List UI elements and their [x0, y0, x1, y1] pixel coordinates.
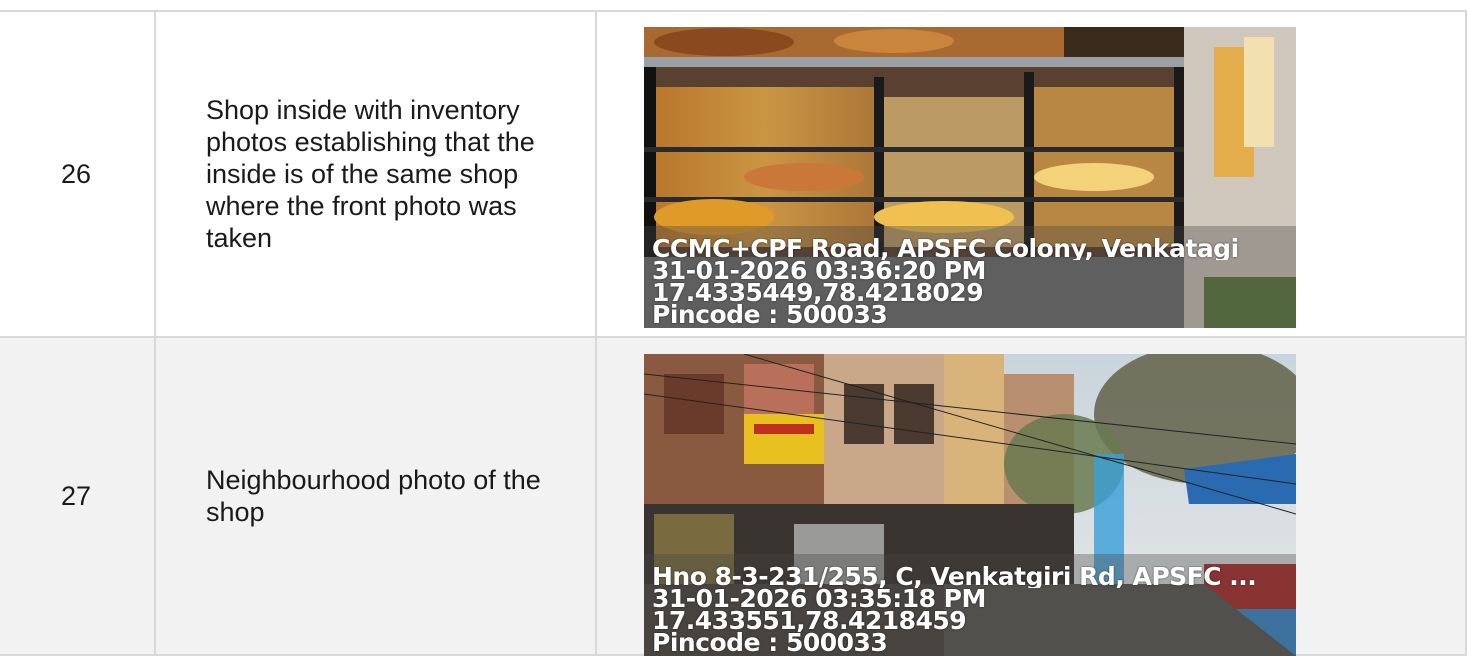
stamp-address: Hno 8-3-231/255, C, Venkatgiri Rd, APSFC…: [652, 566, 1257, 588]
stamp-pincode: Pincode : 500033: [652, 632, 888, 654]
stamp-datetime: 31-01-2026 03:35:18 PM: [652, 588, 986, 610]
row-number-cell: 27: [0, 338, 156, 656]
row-number: 27: [61, 480, 92, 511]
row-photo-cell: Hno 8-3-231/255, C, Venkatgiri Rd, APSFC…: [597, 338, 1467, 656]
stamp-pincode: Pincode : 500033: [652, 304, 888, 326]
table-row: 26 Shop inside with inventory photos est…: [0, 10, 1467, 338]
neighbourhood-photo: Hno 8-3-231/255, C, Venkatgiri Rd, APSFC…: [644, 354, 1296, 656]
shop-inside-photo: CCMC+CPF Road, APSFC Colony, Venkatagi 3…: [644, 27, 1296, 328]
row-photo-cell: CCMC+CPF Road, APSFC Colony, Venkatagi 3…: [597, 10, 1467, 338]
row-number: 26: [61, 158, 92, 189]
stamp-coordinates: 17.4335449,78.4218029: [652, 282, 984, 304]
stamp-address: CCMC+CPF Road, APSFC Colony, Venkatagi: [652, 238, 1239, 260]
photo-geotag-stamp: Hno 8-3-231/255, C, Venkatgiri Rd, APSFC…: [652, 566, 1256, 654]
row-description-cell: Neighbourhood photo of the shop: [156, 338, 597, 656]
photo-geotag-stamp: CCMC+CPF Road, APSFC Colony, Venkatagi 3…: [652, 238, 1239, 326]
row-description: Shop inside with inventory photos establ…: [206, 95, 535, 253]
stamp-coordinates: 17.433551,78.4218459: [652, 610, 967, 632]
table-row: 27 Neighbourhood photo of the shop Hno 8…: [0, 338, 1467, 656]
row-number-cell: 26: [0, 10, 156, 338]
row-description: Neighbourhood photo of the shop: [206, 465, 541, 527]
row-description-cell: Shop inside with inventory photos establ…: [156, 10, 597, 338]
stamp-datetime: 31-01-2026 03:36:20 PM: [652, 260, 986, 282]
